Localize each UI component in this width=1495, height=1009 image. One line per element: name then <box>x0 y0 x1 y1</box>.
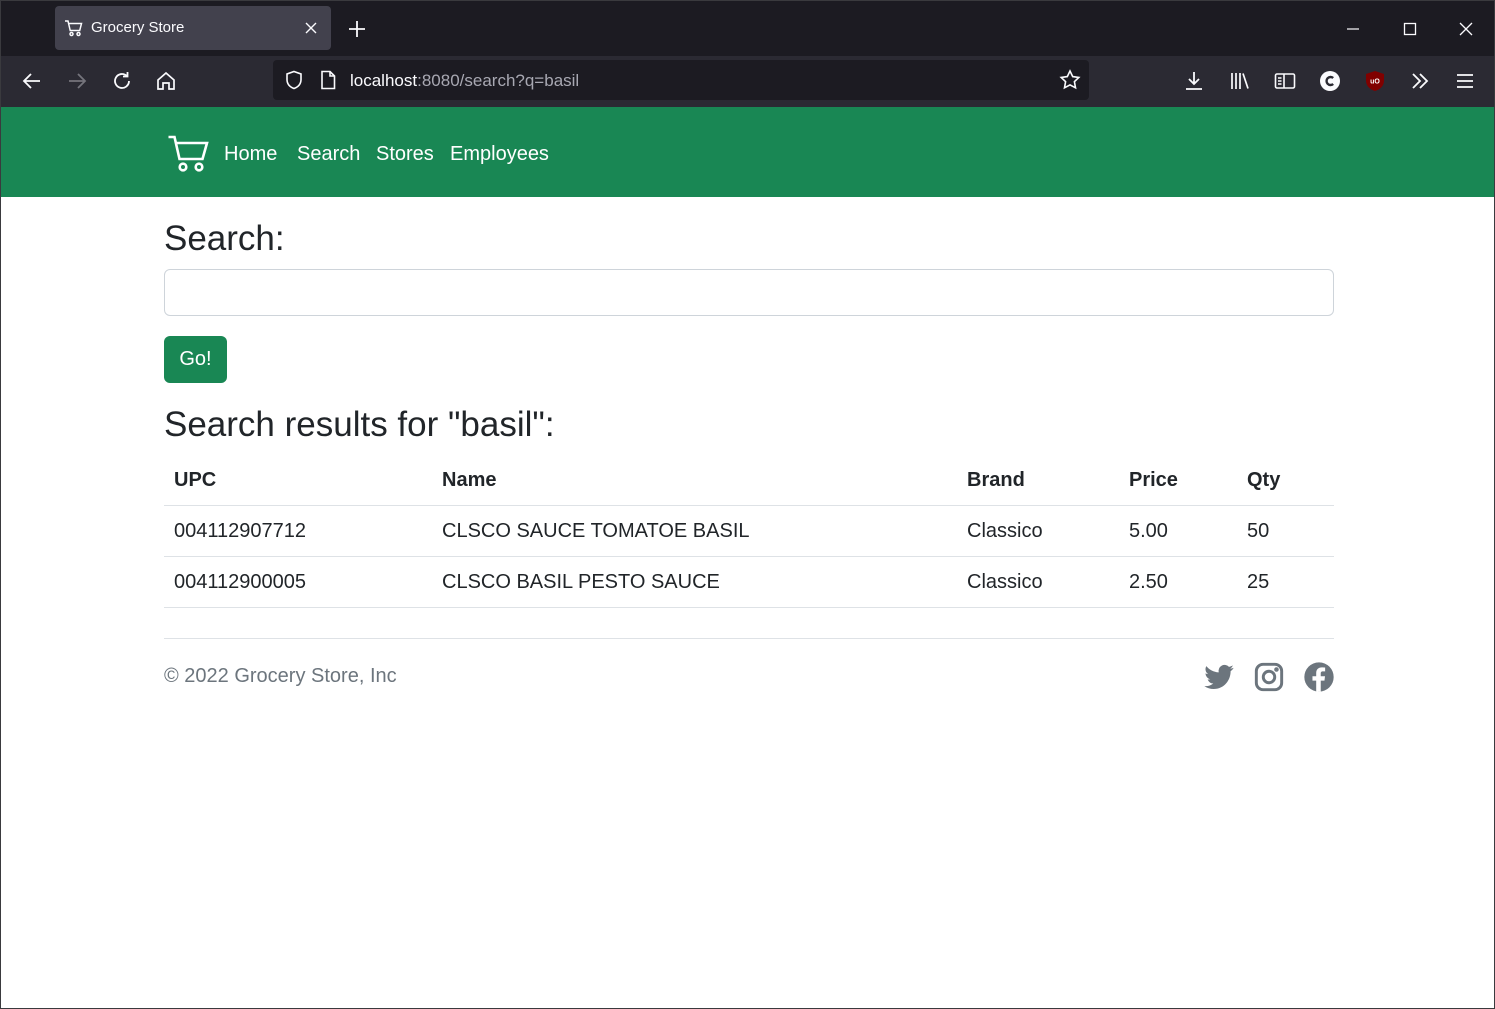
tab-grocery-store[interactable]: Grocery Store <box>55 6 331 50</box>
nav-search-link[interactable]: Search <box>297 143 360 166</box>
cell-price: 5.00 <box>1119 505 1237 557</box>
account-c-icon[interactable] <box>1318 69 1342 93</box>
ublock-icon[interactable]: uO <box>1363 69 1387 93</box>
nav-home-link[interactable]: Home <box>224 143 277 166</box>
search-label: Search: <box>164 219 285 258</box>
url-path: :8080/search?q=basil <box>417 71 580 90</box>
home-icon[interactable] <box>154 69 178 93</box>
menu-icon[interactable] <box>1453 69 1477 93</box>
facebook-icon[interactable] <box>1303 661 1335 693</box>
cell-qty: 25 <box>1237 556 1334 608</box>
close-tab-icon[interactable] <box>301 18 321 38</box>
column-header-name: Name <box>432 456 957 506</box>
footer-divider <box>164 638 1334 639</box>
copyright-text: © 2022 Grocery Store, Inc <box>164 665 397 687</box>
cart-icon <box>65 20 83 37</box>
column-header-upc: UPC <box>164 456 432 506</box>
cell-price: 2.50 <box>1119 556 1237 608</box>
tab-strip: Grocery Store <box>1 1 1494 56</box>
column-header-brand: Brand <box>957 456 1119 506</box>
cell-brand: Classico <box>957 556 1119 608</box>
nav-stores-link[interactable]: Stores <box>376 143 434 166</box>
results-heading: Search results for "basil": <box>164 405 555 444</box>
sidebar-icon[interactable] <box>1273 69 1297 93</box>
twitter-icon[interactable] <box>1203 661 1235 693</box>
url-text[interactable]: localhost:8080/search?q=basil <box>350 71 579 91</box>
nav-employees-link[interactable]: Employees <box>450 143 549 166</box>
more-tools-icon[interactable] <box>1408 69 1432 93</box>
table-row: 004112907712 CLSCO SAUCE TOMATOE BASIL C… <box>164 505 1334 557</box>
cell-name: CLSCO BASIL PESTO SAUCE <box>432 556 957 608</box>
tab-title: Grocery Store <box>91 19 185 36</box>
go-button[interactable]: Go! <box>164 336 227 383</box>
cell-upc: 004112900005 <box>164 556 432 608</box>
close-window-icon[interactable] <box>1452 15 1480 43</box>
back-icon[interactable] <box>20 69 44 93</box>
svg-text:uO: uO <box>1370 79 1380 86</box>
results-table: UPC Name Brand Price Qty 004112907712 CL… <box>164 456 1334 608</box>
cell-name: CLSCO SAUCE TOMATOE BASIL <box>432 505 957 557</box>
shield-icon[interactable] <box>283 69 305 91</box>
table-header-row: UPC Name Brand Price Qty <box>164 456 1334 506</box>
url-host: localhost <box>350 71 418 90</box>
cell-upc: 004112907712 <box>164 505 432 557</box>
new-tab-icon[interactable] <box>345 17 369 41</box>
column-header-price: Price <box>1119 456 1237 506</box>
cart-logo-icon[interactable] <box>167 133 209 175</box>
browser-toolbar: localhost:8080/search?q=basil uO <box>1 56 1494 107</box>
url-bar[interactable]: localhost:8080/search?q=basil <box>273 60 1089 100</box>
downloads-icon[interactable] <box>1182 69 1206 93</box>
library-icon[interactable] <box>1228 69 1252 93</box>
maximize-icon[interactable] <box>1396 15 1424 43</box>
forward-icon[interactable] <box>65 69 89 93</box>
browser-window: Grocery Store localhost:8080/search?q=ba… <box>0 0 1495 1009</box>
page-info-icon[interactable] <box>318 69 338 91</box>
bookmark-star-icon[interactable] <box>1058 68 1082 92</box>
reload-icon[interactable] <box>110 69 134 93</box>
minimize-icon[interactable] <box>1339 15 1367 43</box>
column-header-qty: Qty <box>1237 456 1334 506</box>
table-row: 004112900005 CLSCO BASIL PESTO SAUCE Cla… <box>164 556 1334 608</box>
cell-qty: 50 <box>1237 505 1334 557</box>
cell-brand: Classico <box>957 505 1119 557</box>
search-input[interactable] <box>164 269 1334 316</box>
instagram-icon[interactable] <box>1253 661 1285 693</box>
